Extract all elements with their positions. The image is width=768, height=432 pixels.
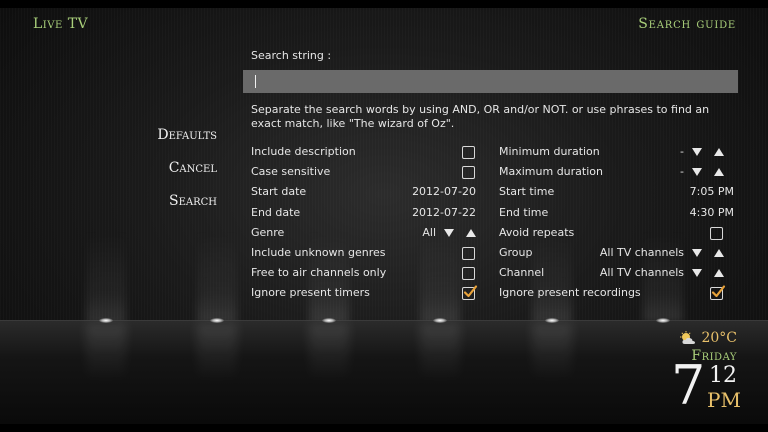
arrow-down-icon[interactable] [692, 148, 702, 156]
minimum-duration-value: - [680, 145, 684, 158]
option-label: Minimum duration [499, 145, 600, 158]
spotlight [545, 318, 559, 323]
checkmark-icon [711, 285, 726, 298]
maximum-duration-spinner [692, 162, 724, 182]
floor-reflection [309, 323, 349, 383]
temperature: 20°C [701, 330, 737, 346]
start-time-value: 7:05 PM [689, 185, 734, 199]
arrow-down-icon[interactable] [692, 269, 702, 278]
arrow-up-icon[interactable] [714, 269, 724, 278]
end-time-row[interactable]: End time 4:30 PM [499, 203, 734, 223]
start-date-row[interactable]: Start date 2012-07-20 [251, 182, 486, 202]
minimum-duration-spinner [692, 142, 724, 162]
case-sensitive-row[interactable]: Case sensitive [251, 162, 486, 182]
arrow-up-icon[interactable] [466, 228, 476, 237]
search-button[interactable]: Search [157, 192, 217, 225]
end-date-row[interactable]: End date 2012-07-22 [251, 203, 486, 223]
arrow-down-icon[interactable] [692, 168, 702, 177]
spotlight [433, 318, 447, 323]
free-to-air-checkbox[interactable] [462, 267, 475, 281]
clock-ampm: PM [707, 388, 741, 412]
spotlight [322, 318, 336, 323]
floor-reflection [532, 323, 572, 383]
section-title: Live TV [33, 16, 89, 32]
spotlight [99, 318, 113, 323]
clock-hour: 7 [671, 354, 706, 417]
search-input[interactable] [243, 70, 738, 93]
option-label: Maximum duration [499, 165, 603, 179]
side-menu: Defaults Cancel Search [157, 126, 217, 225]
weather-widget: 20°C [679, 330, 737, 346]
light-beam [643, 230, 683, 322]
include-description-checkbox[interactable] [462, 146, 475, 159]
ignore-present-recordings-checkbox[interactable] [710, 285, 726, 301]
spotlight [656, 318, 670, 323]
option-label: End time [499, 205, 549, 219]
ignore-present-timers-checkbox[interactable] [462, 285, 478, 301]
light-beam [309, 230, 349, 322]
option-label: Start date [251, 185, 307, 199]
light-beam [532, 230, 572, 322]
light-beam [420, 230, 460, 322]
start-time-row[interactable]: Start time 7:05 PM [499, 182, 734, 202]
option-label: Group [499, 245, 533, 259]
cancel-button[interactable]: Cancel [157, 159, 217, 192]
case-sensitive-checkbox[interactable] [462, 166, 475, 180]
include-unknown-genres-checkbox[interactable] [462, 246, 475, 260]
search-string-label: Search string : [251, 49, 332, 62]
arrow-up-icon[interactable] [714, 248, 724, 257]
option-label: Genre [251, 225, 285, 239]
light-beam [86, 230, 126, 322]
floor-reflection [86, 323, 126, 383]
option-label: Case sensitive [251, 165, 331, 179]
include-description-row[interactable]: Include description [251, 142, 486, 162]
avoid-repeats-checkbox[interactable] [710, 226, 723, 240]
partly-cloudy-icon [680, 331, 696, 344]
start-date-value: 2012-07-20 [412, 185, 476, 199]
arrow-up-icon[interactable] [714, 148, 724, 156]
end-time-value: 4:30 PM [689, 205, 734, 219]
minimum-duration-row[interactable]: Minimum duration - [499, 142, 734, 162]
text-caret [255, 75, 256, 88]
channel-spinner [692, 263, 724, 283]
arrow-down-icon[interactable] [692, 248, 702, 257]
defaults-button[interactable]: Defaults [157, 126, 217, 159]
search-hint: Separate the search words by using AND, … [251, 103, 710, 130]
spotlight [210, 318, 224, 323]
clock-minute: 12 [709, 363, 737, 388]
page-title: Search guide [638, 16, 736, 32]
checkmark-icon [463, 285, 478, 298]
option-label: Start time [499, 185, 555, 199]
floor-reflection [420, 323, 460, 383]
maximum-duration-value: - [680, 165, 684, 179]
option-label: Include description [251, 145, 356, 158]
end-date-value: 2012-07-22 [412, 205, 476, 219]
arrow-up-icon[interactable] [714, 168, 724, 177]
option-label: End date [251, 205, 301, 219]
group-spinner [692, 243, 724, 263]
maximum-duration-row[interactable]: Maximum duration - [499, 162, 734, 182]
floor-reflection [197, 323, 237, 383]
light-beam [197, 230, 237, 322]
